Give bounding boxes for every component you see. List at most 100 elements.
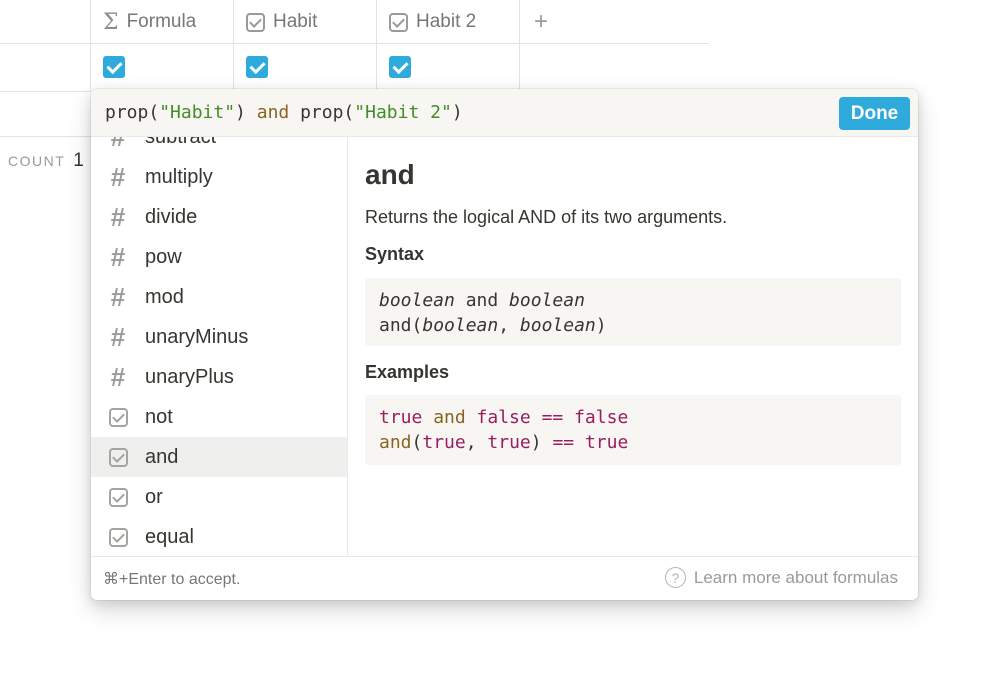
hash-icon: # bbox=[110, 242, 126, 272]
examples-heading: Examples bbox=[365, 362, 450, 382]
checkbox-checked[interactable] bbox=[389, 56, 411, 78]
checkbox-icon bbox=[389, 12, 408, 32]
expr-token-string: "Habit 2" bbox=[354, 102, 452, 123]
function-item-equal[interactable]: equal bbox=[91, 517, 347, 556]
example-literal: true bbox=[584, 432, 629, 453]
example-paren: ( bbox=[411, 432, 423, 453]
examples-code-block: true and false == false and(true, true) … bbox=[365, 395, 901, 465]
function-item-pow[interactable]: # pow bbox=[91, 237, 347, 277]
example-function: and bbox=[379, 432, 412, 453]
expr-token: prop( bbox=[289, 102, 355, 123]
column-label: Formula bbox=[126, 11, 197, 32]
column-label: Habit bbox=[273, 11, 318, 32]
count-label: COUNT bbox=[8, 153, 66, 169]
example-literal: false bbox=[476, 407, 531, 428]
row-divider bbox=[0, 136, 91, 137]
syntax-param: boolean bbox=[519, 315, 596, 336]
accept-hint: ⌘+Enter to accept. bbox=[103, 571, 241, 588]
function-item-unaryplus[interactable]: # unaryPlus bbox=[91, 357, 347, 397]
syntax-param: boolean bbox=[422, 315, 499, 336]
table-row bbox=[0, 44, 709, 91]
example-keyword: and bbox=[422, 407, 477, 428]
checkbox-icon bbox=[246, 12, 265, 32]
function-label: pow bbox=[145, 245, 182, 268]
empty-cell bbox=[519, 44, 709, 91]
expr-token-keyword: and bbox=[256, 102, 290, 123]
checkbox-checked bbox=[103, 56, 125, 78]
hash-icon: # bbox=[110, 322, 126, 352]
add-column-button[interactable]: + bbox=[519, 0, 579, 44]
hash-icon: # bbox=[110, 137, 126, 152]
column-label: Habit 2 bbox=[416, 11, 477, 32]
formula-cell[interactable] bbox=[90, 44, 233, 91]
example-literal: true bbox=[379, 407, 423, 428]
column-header-formula[interactable]: Σ Formula bbox=[90, 0, 233, 44]
function-label: unaryPlus bbox=[145, 365, 234, 388]
function-detail-panel: and Returns the logical AND of its two a… bbox=[365, 137, 902, 556]
checkbox-checked[interactable] bbox=[246, 56, 268, 78]
function-label: mod bbox=[145, 285, 184, 308]
function-label: divide bbox=[145, 205, 198, 228]
function-description: Returns the logical AND of its two argum… bbox=[365, 207, 728, 227]
learn-more-label: Learn more about formulas bbox=[693, 567, 898, 587]
function-item-unaryminus[interactable]: # unaryMinus bbox=[91, 317, 347, 357]
example-separator: , bbox=[465, 432, 488, 453]
function-label: subtract bbox=[145, 137, 216, 149]
function-label: equal bbox=[145, 525, 194, 548]
function-label: or bbox=[145, 485, 163, 508]
row-divider bbox=[0, 91, 91, 92]
example-literal: true bbox=[487, 432, 531, 453]
learn-more-link[interactable]: ? Learn more about formulas bbox=[664, 567, 898, 588]
checkbox-icon bbox=[109, 527, 128, 547]
sigma-icon: Σ bbox=[103, 9, 119, 35]
function-item-divide[interactable]: # divide bbox=[91, 197, 347, 237]
function-item-and[interactable]: and bbox=[91, 437, 347, 477]
example-literal: false bbox=[574, 407, 629, 428]
syntax-code-block: boolean and boolean and(boolean, boolean… bbox=[365, 278, 901, 346]
syntax-param: boolean bbox=[509, 290, 585, 311]
syntax-function: and( bbox=[379, 315, 423, 336]
hash-icon: # bbox=[110, 162, 126, 192]
checkbox-icon bbox=[109, 487, 128, 507]
count-value: 1 bbox=[73, 150, 84, 171]
done-button[interactable]: Done bbox=[839, 97, 910, 130]
table-header: Σ Formula Habit Habit 2 + bbox=[0, 0, 709, 44]
function-item-mod[interactable]: # mod bbox=[91, 277, 347, 317]
function-list[interactable]: # subtract # multiply # divide # pow # m… bbox=[91, 137, 348, 556]
column-header-habit[interactable]: Habit bbox=[233, 0, 376, 44]
function-label: multiply bbox=[145, 165, 213, 188]
function-item-subtract[interactable]: # subtract bbox=[91, 137, 347, 157]
syntax-heading: Syntax bbox=[365, 244, 425, 264]
function-item-or[interactable]: or bbox=[91, 477, 347, 517]
example-literal: true bbox=[422, 432, 466, 453]
function-label: unaryMinus bbox=[145, 325, 249, 348]
example-operator: == bbox=[541, 432, 585, 453]
formula-input[interactable]: prop("Habit") and prop("Habit 2") Done bbox=[91, 89, 918, 137]
formula-expression[interactable]: prop("Habit") and prop("Habit 2") bbox=[105, 102, 463, 123]
example-paren: ) bbox=[530, 432, 542, 453]
expr-token: ) bbox=[451, 102, 463, 123]
hash-icon: # bbox=[110, 282, 126, 312]
hash-icon: # bbox=[110, 362, 126, 392]
column-header-habit-2[interactable]: Habit 2 bbox=[376, 0, 519, 44]
formula-editor-popup: prop("Habit") and prop("Habit 2") Done #… bbox=[91, 89, 918, 600]
syntax-separator: , bbox=[498, 315, 520, 336]
function-item-multiply[interactable]: # multiply bbox=[91, 157, 347, 197]
syntax-paren: ) bbox=[595, 315, 607, 336]
syntax-param: boolean bbox=[379, 290, 455, 311]
plus-icon: + bbox=[534, 8, 549, 35]
syntax-operator: and bbox=[454, 290, 510, 311]
habit-cell[interactable] bbox=[233, 44, 376, 91]
checkbox-icon bbox=[109, 407, 128, 427]
expr-token: prop( bbox=[105, 102, 160, 123]
expr-token-string: "Habit" bbox=[159, 102, 236, 123]
checkbox-icon bbox=[109, 447, 128, 467]
hash-icon: # bbox=[110, 202, 126, 232]
function-label: and bbox=[145, 445, 179, 468]
example-operator: == bbox=[530, 407, 575, 428]
expr-token: ) bbox=[235, 102, 257, 123]
habit-2-cell[interactable] bbox=[376, 44, 519, 91]
function-title: and bbox=[365, 159, 415, 190]
function-item-not[interactable]: not bbox=[91, 397, 347, 437]
count-summary[interactable]: COUNT 1 bbox=[8, 150, 84, 172]
